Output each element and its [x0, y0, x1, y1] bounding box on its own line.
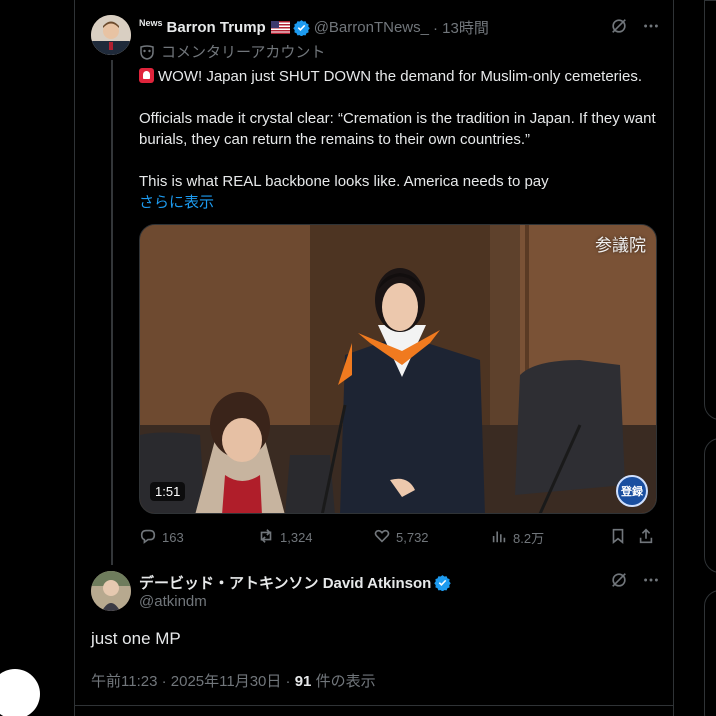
like-button[interactable]: 5,732 [373, 527, 429, 548]
mask-icon [139, 44, 155, 60]
views-icon [490, 527, 508, 548]
verified-icon [292, 19, 310, 36]
grok-icon[interactable] [610, 571, 628, 594]
views-button[interactable]: 8.2万 [490, 527, 544, 548]
commentary-text: コメンタリーアカウント [161, 44, 326, 61]
column-border-left [74, 0, 75, 716]
sidebar-card [704, 438, 716, 573]
views-label: 件の表示 [311, 673, 376, 690]
author-handle[interactable]: @atkindm [139, 593, 207, 610]
sidebar-card [704, 0, 716, 420]
author-name[interactable]: デービッド・アトキンソン David Atkinson [139, 572, 431, 593]
like-icon [373, 527, 391, 548]
video-frame [140, 225, 656, 513]
author-handle[interactable]: @BarronTNews_ [314, 19, 429, 36]
tweet-line: burials, they can return the remains to … [139, 131, 531, 148]
tweet-header: News Barron Trump @BarronTNews_ · 13時間 [139, 17, 489, 37]
subscribe-badge: 登録 [616, 475, 648, 507]
siren-icon [139, 68, 154, 83]
more-icon[interactable] [642, 17, 660, 40]
floating-button[interactable] [0, 669, 40, 716]
divider [75, 705, 673, 706]
repost-button[interactable]: 1,324 [257, 527, 313, 548]
avatar[interactable] [91, 15, 131, 55]
column-border-right [673, 0, 674, 716]
tweet-line: WOW! Japan just SHUT DOWN the demand for… [158, 68, 643, 85]
grok-icon[interactable] [610, 17, 628, 40]
tweet-timestamp[interactable]: 午前11:23 · 2025年11月30日 · [91, 673, 295, 690]
tweet-line: Officials made it crystal clear: “Cremat… [139, 110, 656, 127]
tweet-line: This is what REAL backbone looks like. A… [139, 173, 549, 190]
timestamp[interactable]: · 13時間 [433, 17, 489, 38]
repost-icon [257, 527, 275, 548]
repost-count: 1,324 [280, 530, 313, 545]
video-channel-label: 参議院 [595, 236, 646, 255]
views-count: 8.2万 [513, 531, 545, 546]
thread-line [111, 60, 113, 565]
bookmark-icon [609, 527, 627, 548]
tweet-text: WOW! Japan just SHUT DOWN the demand for… [139, 66, 659, 213]
sidebar-card [704, 590, 716, 716]
reply-count: 163 [162, 530, 184, 545]
video-player[interactable]: 参議院 1:51 登録 [139, 224, 657, 514]
us-flag-icon [270, 20, 290, 34]
share-button[interactable] [637, 527, 655, 548]
bookmark-button[interactable] [609, 527, 627, 548]
video-duration: 1:51 [150, 482, 186, 501]
reply-icon [139, 527, 157, 548]
more-icon[interactable] [642, 571, 660, 594]
like-count: 5,732 [396, 530, 429, 545]
tweet-text: just one MP [91, 629, 181, 648]
tweet-actions: 163 1,324 5,732 8.2万 [139, 527, 659, 547]
share-icon [637, 527, 655, 548]
tweet-top-icons [610, 17, 660, 40]
avatar[interactable] [91, 571, 131, 611]
commentary-label: コメンタリーアカウント [139, 41, 325, 62]
tweet-header: デービッド・アトキンソン David Atkinson [139, 572, 452, 593]
show-more-link[interactable]: さらに表示 [139, 192, 659, 213]
verified-icon [434, 574, 452, 592]
views-count: 91 [294, 673, 312, 690]
tweet-meta: 午前11:23 · 2025年11月30日 · 91 件の表示 [91, 670, 376, 691]
news-tag: News [139, 18, 163, 28]
tweet-top-icons [610, 571, 660, 594]
reply-button[interactable]: 163 [139, 527, 184, 548]
author-name[interactable]: Barron Trump [167, 19, 266, 36]
